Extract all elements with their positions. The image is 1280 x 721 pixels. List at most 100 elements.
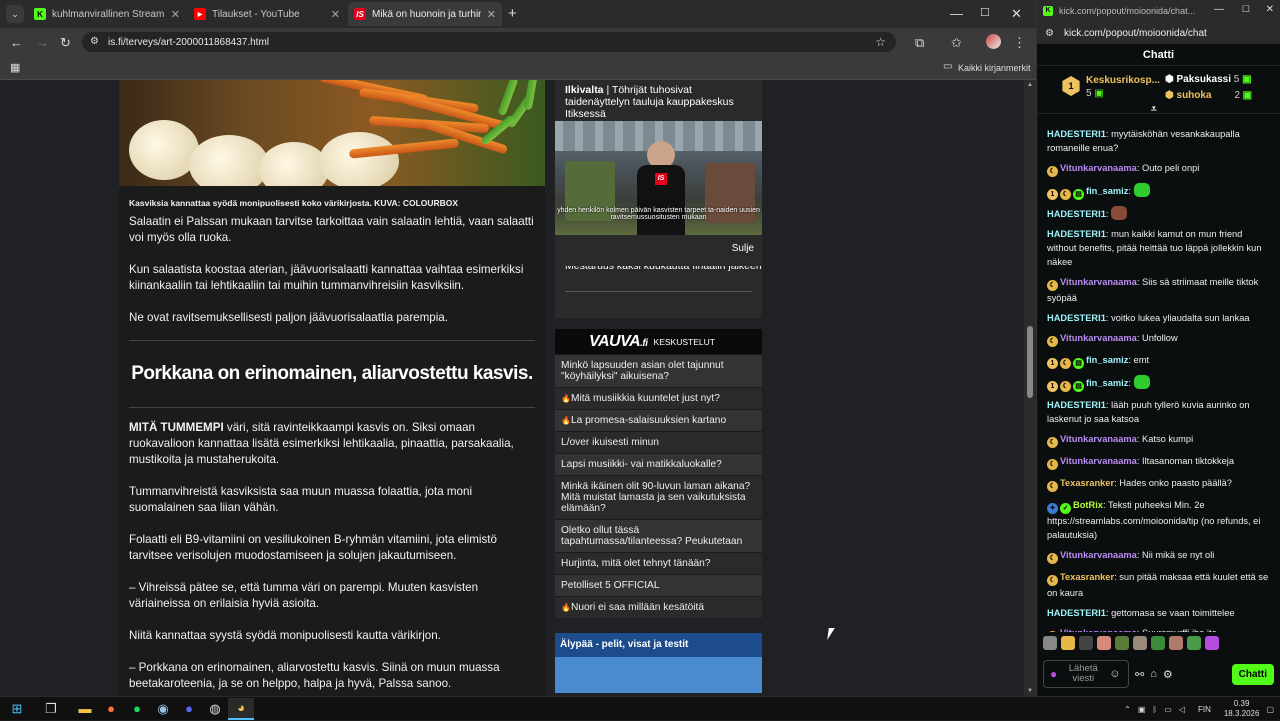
steam-icon[interactable]: ◉ [150, 698, 176, 720]
emoji-icon[interactable]: ☺ [1109, 669, 1120, 680]
page-scrollbar[interactable]: ▲ ▼ [1024, 80, 1036, 696]
chat-input[interactable]: ● Lähetä viesti ☺ [1043, 660, 1129, 688]
new-tab-button[interactable]: + [508, 5, 517, 22]
gifter-name[interactable]: ⬢ Paksukassi 5 ▣ [1165, 74, 1252, 85]
chat-username[interactable]: BotRix [1073, 500, 1103, 510]
chat-username[interactable]: Vitunkarvanaama [1060, 434, 1137, 444]
chat-username[interactable]: Vitunkarvanaama [1060, 163, 1137, 173]
emote-icon[interactable] [1205, 636, 1219, 650]
tray-app-icon[interactable]: ▣ [1138, 705, 1146, 714]
network-icon[interactable]: ▭ [1164, 705, 1172, 714]
chat-username[interactable]: HADESTERI1 [1047, 608, 1106, 618]
chat-username[interactable]: HADESTERI1 [1047, 129, 1106, 139]
site-info-icon[interactable]: ⚙ [1045, 28, 1054, 39]
store-icon[interactable]: ⌂ [1150, 668, 1157, 680]
chat-username[interactable]: HADESTERI1 [1047, 313, 1106, 323]
vauva-thread-link[interactable]: Minkä ikäinen olit 90-luvun laman aikana… [555, 475, 762, 519]
gear-icon[interactable]: ⚙ [1163, 668, 1173, 681]
tab-is-article[interactable]: IS Mikä on huonoin ja turhin kasvi ✕ [348, 2, 502, 26]
chat-username[interactable]: fin_samiz [1086, 378, 1128, 388]
chat-username[interactable]: fin_samiz [1086, 186, 1128, 196]
file-explorer-icon[interactable]: ▬ [72, 698, 98, 720]
close-tab-icon[interactable]: ✕ [331, 8, 340, 21]
close-tab-icon[interactable]: ✕ [171, 8, 180, 21]
chat-username[interactable]: Vitunkarvanaama [1060, 628, 1137, 632]
collapse-icon[interactable]: ⩡ [1151, 104, 1157, 115]
bluetooth-icon[interactable]: ᛒ [1152, 705, 1157, 714]
start-menu-icon[interactable]: ⊞ [4, 698, 30, 720]
vauva-thread-link[interactable]: Petolliset 5 OFFICIAL [555, 574, 762, 596]
site-info-icon[interactable]: ⚙ [90, 36, 99, 47]
tab-search-icon[interactable]: ⌄ [6, 5, 24, 23]
emote-icon[interactable] [1115, 636, 1129, 650]
chat-username[interactable]: Vitunkarvanaama [1060, 456, 1137, 466]
vauva-thread-link[interactable]: 🔥Mitä musiikkia kuuntelet just nyt? [555, 387, 762, 409]
bookmark-star-icon[interactable]: ☆ [875, 35, 886, 49]
vauva-thread-link[interactable]: Lapsi musiikki- vai matikkaluokalle? [555, 453, 762, 475]
apps-grid-icon[interactable]: ▦ [10, 61, 20, 74]
settings-link-icon[interactable]: ⚯ [1135, 668, 1144, 681]
chevron-up-icon[interactable]: ⌃ [1124, 705, 1131, 714]
language-indicator[interactable]: FIN [1198, 705, 1211, 714]
minimize-icon[interactable]: — [1214, 4, 1224, 15]
mic-icon[interactable]: ● [1050, 668, 1057, 680]
emote-icon[interactable] [1097, 636, 1111, 650]
spotify-icon[interactable]: ● [124, 698, 150, 720]
vauva-thread-link[interactable]: Minkö lapsuuden asian olet tajunnut "köy… [555, 354, 762, 387]
close-tab-icon[interactable]: ✕ [487, 8, 496, 21]
close-window-icon[interactable]: ✕ [1011, 6, 1022, 22]
extensions-icon[interactable]: ⧉ [915, 35, 924, 51]
close-video-button[interactable]: Sulje [732, 243, 754, 254]
discord-icon[interactable]: ● [176, 698, 202, 720]
chat-username[interactable]: HADESTERI1 [1047, 209, 1106, 219]
emote-icon[interactable] [1043, 636, 1057, 650]
chat-username[interactable]: Vitunkarvanaama [1060, 333, 1137, 343]
clock[interactable]: 0.39 18.3.2026 [1224, 699, 1260, 719]
task-view-icon[interactable]: ❐ [38, 698, 64, 720]
gifter-name[interactable]: Keskusrikosp... [1086, 75, 1160, 86]
emote-icon[interactable] [1187, 636, 1201, 650]
chat-username[interactable]: Texasranker [1060, 478, 1114, 488]
chat-username[interactable]: Vitunkarvanaama [1060, 277, 1137, 287]
emote-icon[interactable] [1133, 636, 1147, 650]
all-bookmarks-label[interactable]: Kaikki kirjanmerkit [958, 63, 1031, 73]
video-player[interactable]: IS yhden henkilön kolmen päivän kasviste… [555, 121, 762, 235]
emote-icon[interactable] [1169, 636, 1183, 650]
chat-username[interactable]: HADESTERI1 [1047, 400, 1106, 410]
chat-username[interactable]: HADESTERI1 [1047, 229, 1106, 239]
emote-icon[interactable] [1061, 636, 1075, 650]
back-icon[interactable]: ← [10, 35, 23, 50]
send-chat-button[interactable]: Chatti [1231, 663, 1274, 685]
sidebar-link[interactable]: Mestaruus kaksi kuukautta finaalin jälke… [565, 266, 762, 272]
chrome-icon[interactable]: ◕ [228, 697, 254, 720]
scrollbar-thumb[interactable] [1027, 326, 1033, 398]
app-icon[interactable]: ◍ [202, 698, 228, 720]
forward-icon[interactable]: → [36, 35, 49, 50]
address-bar[interactable]: ⚙ is.fi/terveys/art-2000011868437.html ☆ [82, 32, 896, 52]
video-card-title[interactable]: Ilkivalta | Töhrijät tuhosivat taidenäyt… [555, 80, 762, 120]
chat-username[interactable]: Texasranker [1060, 572, 1114, 582]
favorites-icon[interactable]: ✩ [951, 35, 962, 51]
vauva-thread-link[interactable]: Hurjinta, mitä olet tehnyt tänään? [555, 552, 762, 574]
chat-username[interactable]: Vitunkarvanaama [1060, 550, 1137, 560]
emote-icon[interactable] [1079, 636, 1093, 650]
profile-avatar-icon[interactable] [986, 34, 1001, 49]
vauva-logo[interactable]: VAUVA.fi [589, 333, 648, 351]
reload-icon[interactable]: ↻ [60, 35, 71, 51]
vauva-thread-link[interactable]: Oletko ollut tässä tapahtumassa/tilantee… [555, 519, 762, 552]
tab-youtube[interactable]: ▶ Tilaukset - YouTube ✕ [188, 2, 346, 26]
vauva-thread-link[interactable]: 🔥La promesa-salaisuuksien kartano [555, 409, 762, 431]
tab-kick[interactable]: K kuhlmanvirallinen Stream - Wat ✕ [28, 2, 186, 26]
minimize-icon[interactable]: — [950, 6, 963, 21]
maximize-icon[interactable]: ☐ [1242, 4, 1250, 15]
chat-username[interactable]: fin_samiz [1086, 355, 1128, 365]
notification-icon[interactable]: ▢ [1266, 705, 1274, 714]
vauva-thread-link[interactable]: 🔥Nuori ei saa millään kesätöitä [555, 596, 762, 618]
alypaa-widget[interactable]: Älypää - pelit, visat ja testit [555, 633, 762, 693]
emote-icon[interactable] [1151, 636, 1165, 650]
close-window-icon[interactable]: ✕ [1266, 4, 1274, 15]
gifter-name[interactable]: ⬢ suhoka 2 ▣ [1165, 90, 1252, 101]
firefox-icon[interactable]: ● [98, 698, 124, 720]
maximize-icon[interactable]: ☐ [980, 6, 990, 19]
vauva-thread-link[interactable]: L/over ikuisesti minun [555, 431, 762, 453]
